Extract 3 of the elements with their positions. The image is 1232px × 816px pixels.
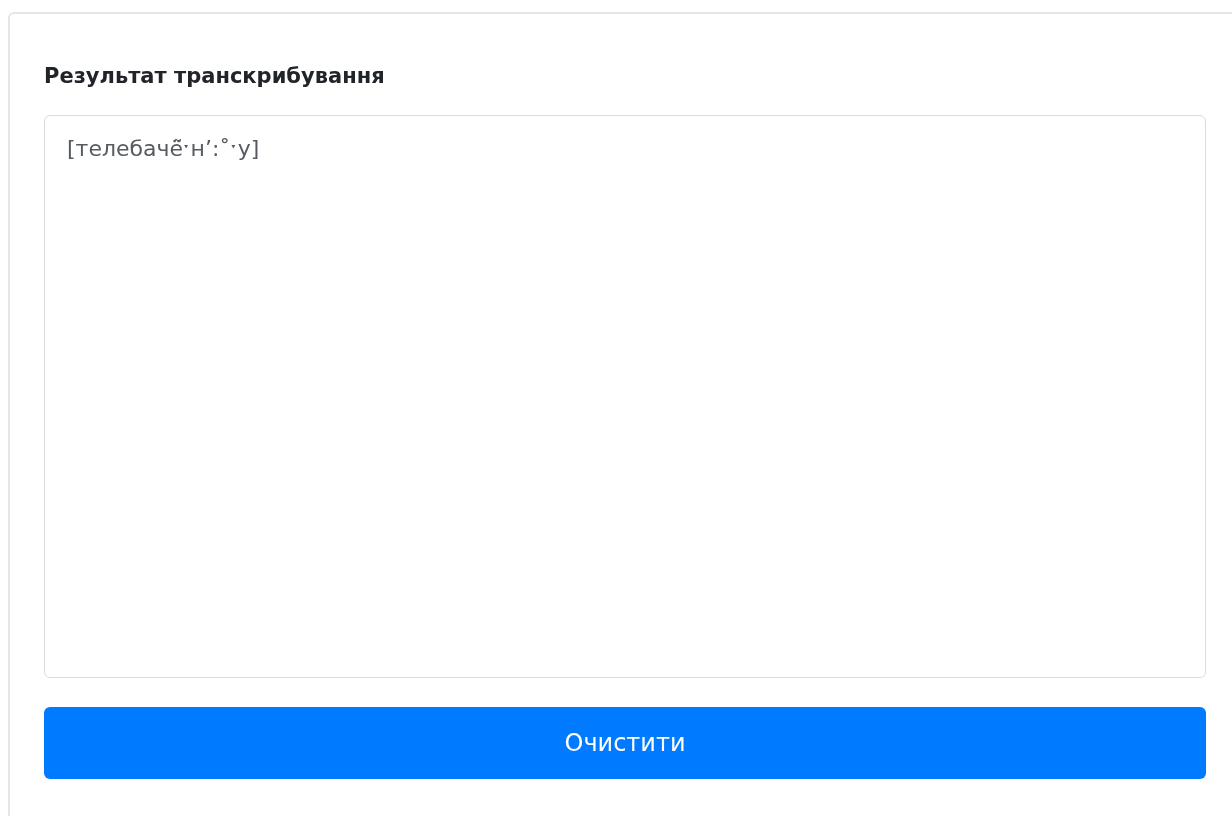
clear-button[interactable]: Очистити <box>44 707 1206 779</box>
section-title: Результат транскрибування <box>44 64 386 88</box>
result-field[interactable]: [телебачё̃ˑн’:˚ˑу] <box>44 115 1206 678</box>
